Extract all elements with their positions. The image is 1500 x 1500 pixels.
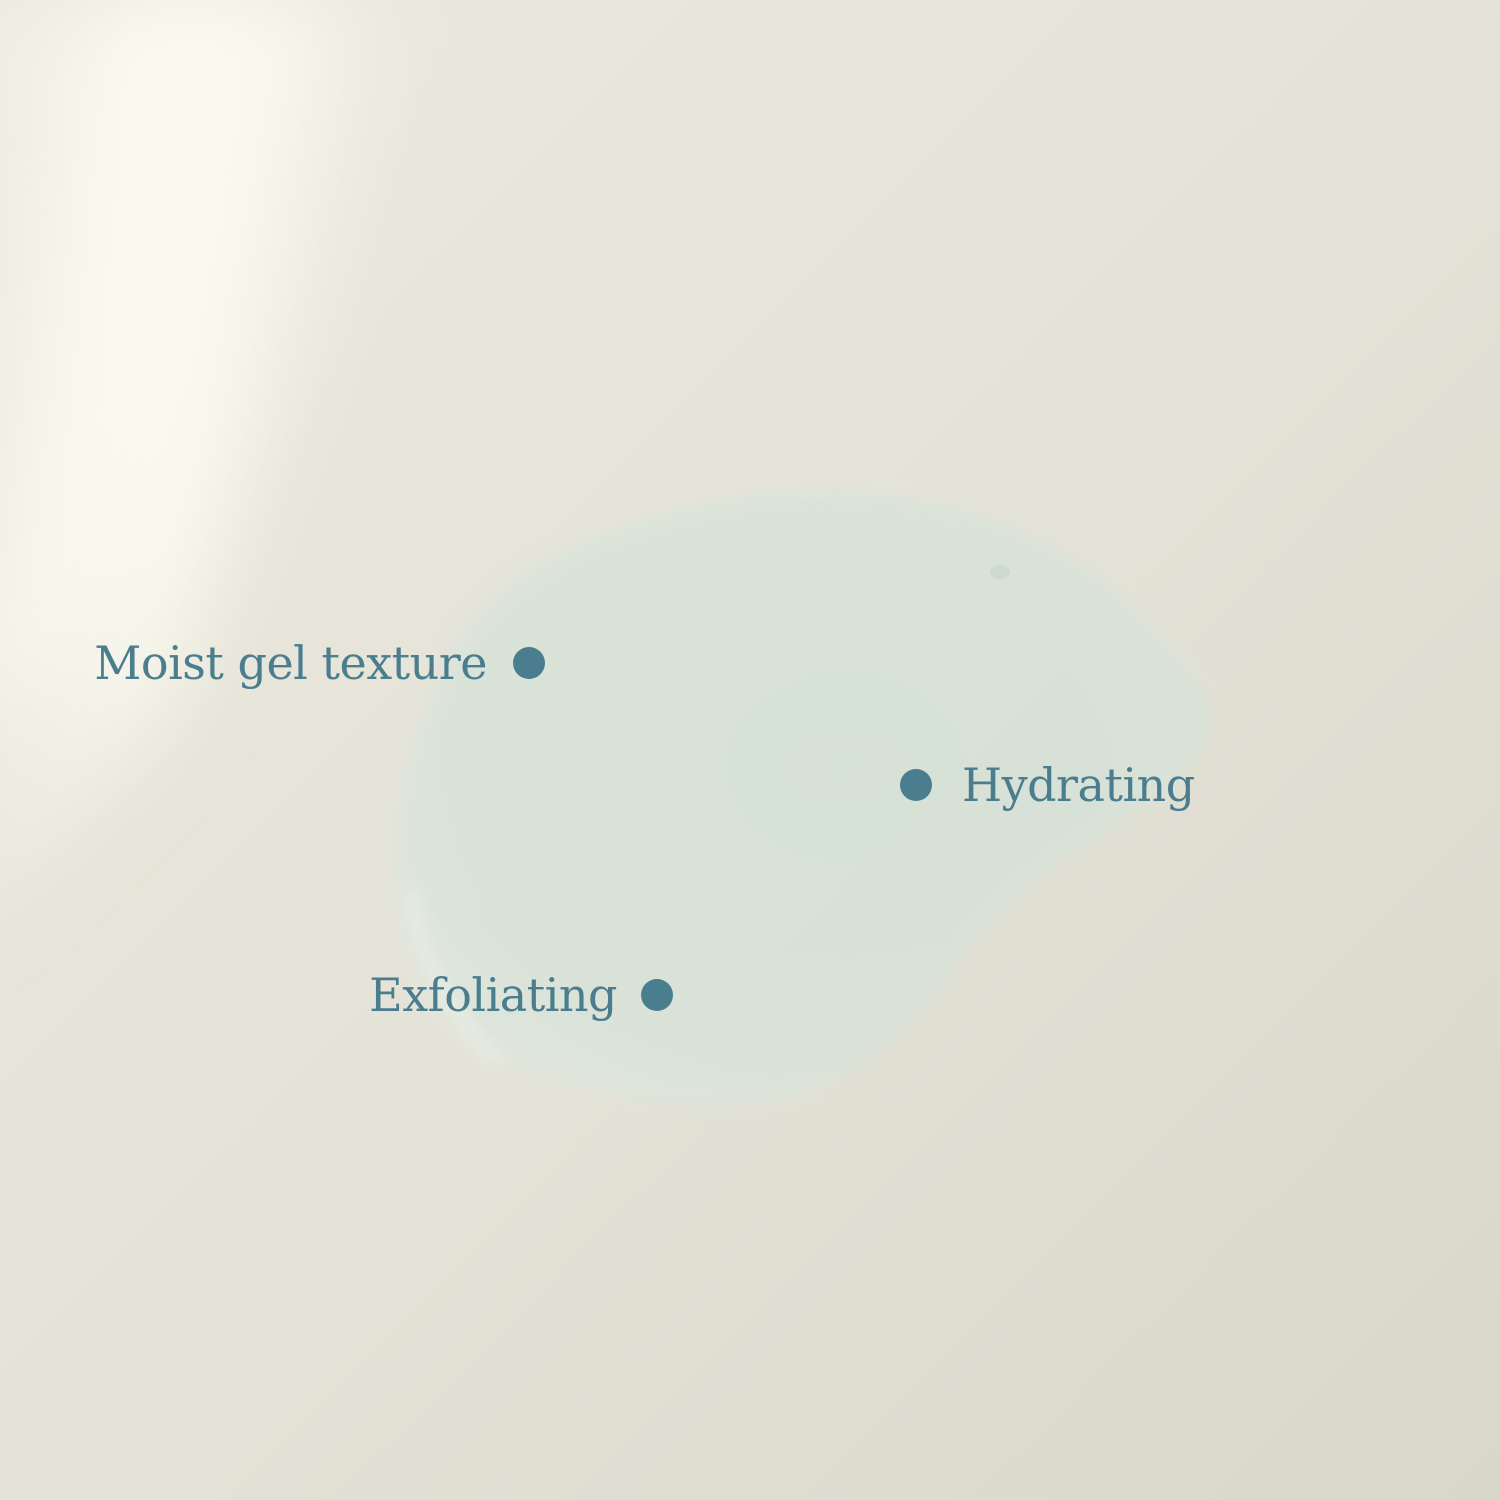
callout-label: Hydrating — [962, 758, 1195, 812]
marker-dot — [900, 769, 932, 801]
callout-moist-gel-texture: Moist gel texture — [94, 640, 545, 686]
gel-texture-photo — [0, 0, 1500, 1500]
callout-exfoliating: Exfoliating — [369, 972, 673, 1018]
callout-label: Moist gel texture — [94, 636, 487, 690]
marker-dot — [641, 979, 673, 1011]
marker-dot — [513, 647, 545, 679]
callout-hydrating: Hydrating — [900, 762, 1195, 808]
callout-label: Exfoliating — [369, 968, 617, 1022]
